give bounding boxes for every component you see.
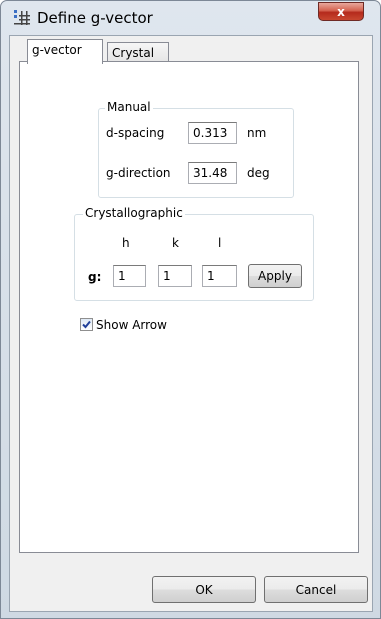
- show-arrow-checkbox[interactable]: [80, 318, 93, 331]
- window-title: Define g-vector: [37, 9, 153, 27]
- close-button[interactable]: x: [318, 2, 364, 21]
- ok-label: OK: [195, 582, 213, 597]
- checkmark-icon: [82, 320, 91, 329]
- d-spacing-label: d-spacing: [106, 126, 165, 140]
- g-direction-field[interactable]: 31.48: [188, 162, 237, 184]
- tab-panel: Manual d-spacing 0.313 nm g-direction 31…: [19, 61, 359, 553]
- apply-label: Apply: [258, 269, 292, 283]
- dialog-window: Define g-vector x g-vector Crystal Manua…: [0, 0, 381, 619]
- k-field[interactable]: 1: [158, 265, 192, 287]
- g-direction-unit: deg: [247, 166, 270, 180]
- tab-label: g-vector: [32, 43, 82, 57]
- title-bar[interactable]: Define g-vector x: [1, 1, 380, 34]
- cancel-label: Cancel: [295, 582, 337, 597]
- d-spacing-field[interactable]: 0.313: [188, 122, 237, 144]
- app-grid-icon: [14, 10, 30, 25]
- g-label: g:: [88, 270, 102, 284]
- h-header: h: [122, 236, 130, 250]
- h-field[interactable]: 1: [113, 265, 146, 287]
- cancel-button[interactable]: Cancel: [264, 576, 368, 603]
- group-legend: Manual: [105, 100, 153, 114]
- d-spacing-unit: nm: [247, 126, 267, 140]
- show-arrow-label[interactable]: Show Arrow: [96, 318, 167, 332]
- l-field[interactable]: 1: [202, 265, 237, 287]
- tab-label: Crystal: [112, 46, 155, 60]
- group-legend: Crystallographic: [83, 206, 185, 220]
- ok-button[interactable]: OK: [152, 576, 256, 603]
- g-direction-label: g-direction: [106, 166, 171, 180]
- k-header: k: [172, 236, 179, 250]
- close-icon: x: [337, 4, 345, 19]
- l-header: l: [218, 236, 222, 250]
- tab-g-vector[interactable]: g-vector: [27, 39, 103, 64]
- apply-button[interactable]: Apply: [248, 264, 302, 288]
